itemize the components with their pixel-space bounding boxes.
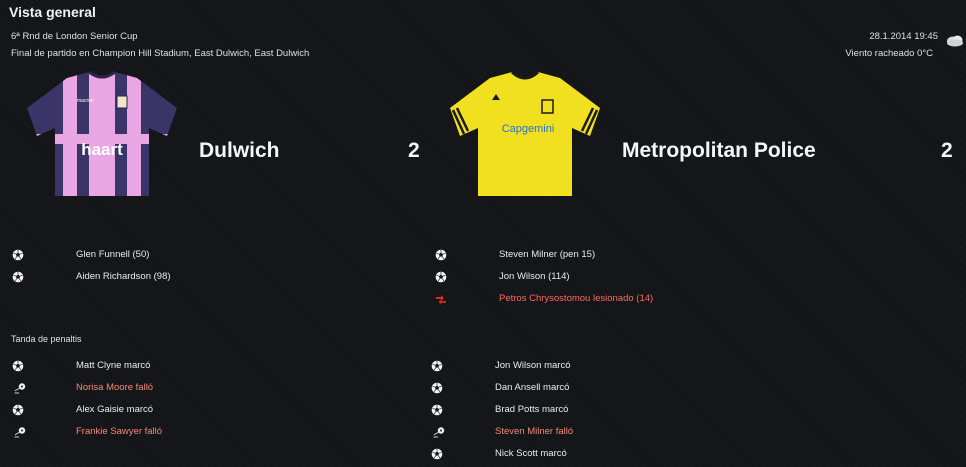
ball-icon xyxy=(431,382,443,394)
missed-penalty-icon xyxy=(14,382,26,394)
home-team-name[interactable]: Dulwich xyxy=(199,139,280,163)
away-kit-image: Capgemini xyxy=(450,70,600,196)
ball-icon xyxy=(12,249,24,261)
ball-icon xyxy=(12,271,24,283)
home-goal-event[interactable]: Aiden Richardson (98) xyxy=(76,271,171,282)
away-penalty-event[interactable]: Dan Ansell marcó xyxy=(495,382,569,393)
missed-penalty-icon xyxy=(14,426,26,438)
shootout-label: Tanda de penaltis xyxy=(11,334,82,344)
away-penalty-event[interactable]: Steven Milner falló xyxy=(495,426,573,437)
home-sponsor-text: haart xyxy=(81,140,123,159)
away-score: 2 xyxy=(941,139,953,162)
away-penalty-event[interactable]: Nick Scott marcó xyxy=(495,448,567,459)
away-penalty-event[interactable]: Jon Wilson marcó xyxy=(495,360,571,371)
injury-sub-icon xyxy=(435,293,447,305)
away-injury-event[interactable]: Petros Chrysostomou lesionado (14) xyxy=(499,293,653,304)
ball-icon xyxy=(12,360,24,372)
home-penalty-event[interactable]: Alex Gaisie marcó xyxy=(76,404,153,415)
away-goal-event[interactable]: Steven Milner (pen 15) xyxy=(499,249,595,260)
away-goal-event[interactable]: Jon Wilson (114) xyxy=(499,271,570,282)
ball-icon xyxy=(435,271,447,283)
away-team-name[interactable]: Metropolitan Police xyxy=(622,139,816,163)
away-sponsor-text: Capgemini xyxy=(502,123,555,135)
title-bar xyxy=(0,0,966,26)
home-penalty-event[interactable]: Matt Clyne marcó xyxy=(76,360,150,371)
ball-icon xyxy=(435,249,447,261)
svg-text:macron: macron xyxy=(77,98,94,104)
weather-label: Viento racheado 0°C xyxy=(845,48,933,59)
home-penalty-event[interactable]: Norisa Moore falló xyxy=(76,382,153,393)
home-score: 2 xyxy=(408,139,420,162)
match-datetime: 28.1.2014 19:45 xyxy=(869,31,938,42)
home-goal-event[interactable]: Glen Funnell (50) xyxy=(76,249,149,260)
away-penalty-event[interactable]: Brad Potts marcó xyxy=(495,404,568,415)
home-kit-image: haart macron xyxy=(27,70,177,196)
missed-penalty-icon xyxy=(433,426,445,438)
page-title: Vista general xyxy=(9,4,96,20)
ball-icon xyxy=(431,448,443,460)
cloud-icon xyxy=(947,35,963,47)
ball-icon xyxy=(431,360,443,372)
competition-label: 6ª Rnd de London Senior Cup xyxy=(11,31,138,42)
venue-label: Final de partido en Champion Hill Stadiu… xyxy=(11,48,310,59)
ball-icon xyxy=(12,404,24,416)
ball-icon xyxy=(431,404,443,416)
home-penalty-event[interactable]: Frankie Sawyer falló xyxy=(76,426,162,437)
